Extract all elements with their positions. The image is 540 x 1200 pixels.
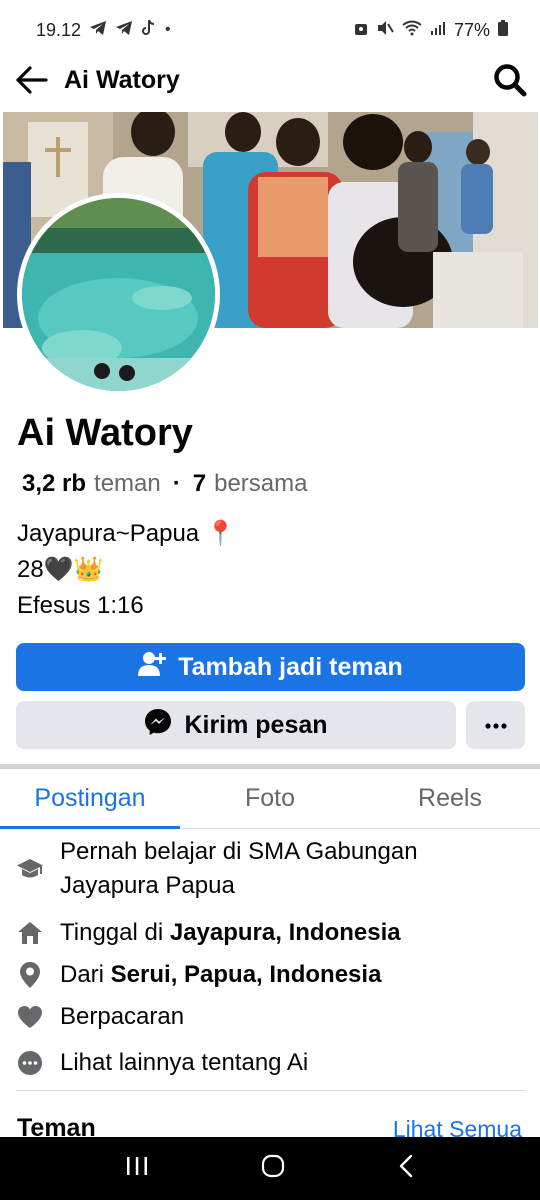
search-icon[interactable]: [488, 58, 532, 102]
graduation-cap-icon: [16, 835, 44, 903]
home-circle-icon[interactable]: [261, 1154, 285, 1183]
profile-bio: Jayapura~Papua 📍 28🖤👑 Efesus 1:16: [17, 516, 236, 624]
intro-lives-place[interactable]: Jayapura, Indonesia: [170, 919, 401, 946]
bio-line: Efesus 1:16: [17, 592, 144, 619]
friends-label: teman: [94, 470, 161, 497]
add-friend-button[interactable]: Tambah jadi teman: [16, 643, 525, 691]
intro-see-more[interactable]: Lihat lainnya tentang Ai: [0, 1046, 540, 1092]
mute-icon: [376, 20, 394, 41]
more-circle-icon: [16, 1046, 44, 1080]
bio-line: Jayapura~Papua 📍: [17, 520, 236, 547]
messenger-icon: [144, 708, 172, 743]
battery-percent: 77%: [453, 19, 490, 40]
intro-education-text: Pernah belajar di SMA Gabungan Jayapura …: [60, 838, 418, 899]
heart-icon: [16, 1000, 44, 1034]
system-nav-bar: [0, 1137, 540, 1200]
telegram-icon: [89, 20, 107, 41]
profile-tabs: Postingan Foto Reels: [0, 769, 540, 829]
signal-icon: [430, 20, 446, 41]
notification-dot-icon: •: [165, 21, 171, 38]
intro-relationship: Berpacaran: [0, 1000, 540, 1046]
status-time: 19.12: [36, 19, 82, 40]
status-bar: 19.12 • 77%: [0, 0, 540, 60]
tab-foto[interactable]: Foto: [180, 769, 360, 828]
tiktok-icon: [141, 19, 157, 42]
app-header: Ai Watory: [0, 58, 540, 102]
intro-from-place[interactable]: Serui, Papua, Indonesia: [111, 961, 382, 988]
mutual-count: 7: [192, 470, 207, 497]
friend-stats[interactable]: 3,2 rb teman · 7 bersama: [22, 470, 307, 498]
intro-education: Pernah belajar di SMA Gabungan Jayapura …: [0, 832, 540, 916]
location-pin-icon: [16, 958, 44, 992]
stats-separator: ·: [172, 470, 181, 497]
tab-reels[interactable]: Reels: [360, 769, 540, 828]
mutual-label: bersama: [214, 470, 308, 497]
profile-name: Ai Watory: [17, 412, 193, 454]
friends-count: 3,2 rb: [22, 470, 87, 497]
intro-lives-prefix: Tinggal di: [60, 919, 170, 946]
back-arrow-icon[interactable]: [14, 62, 50, 98]
wifi-icon: [402, 20, 422, 41]
profile-avatar[interactable]: [17, 193, 220, 396]
add-person-icon: [138, 651, 167, 684]
intro-section: Pernah belajar di SMA Gabungan Jayapura …: [0, 832, 540, 1092]
intro-see-more-text: Lihat lainnya tentang Ai: [60, 1049, 309, 1076]
add-friend-label: Tambah jadi teman: [178, 652, 403, 681]
intro-lives: Tinggal di Jayapura, Indonesia: [0, 916, 540, 958]
send-message-label: Kirim pesan: [184, 710, 328, 739]
more-dots-icon: [484, 716, 507, 734]
intro-from-prefix: Dari: [60, 961, 111, 988]
telegram-icon: [115, 20, 133, 41]
header-title: Ai Watory: [64, 65, 180, 94]
home-icon: [16, 916, 44, 950]
intro-relationship-text: Berpacaran: [60, 1003, 185, 1030]
bio-line: 28🖤👑: [17, 556, 104, 583]
send-message-button[interactable]: Kirim pesan: [16, 701, 456, 749]
intro-from: Dari Serui, Papua, Indonesia: [0, 958, 540, 1000]
tab-postingan[interactable]: Postingan: [0, 769, 180, 829]
back-chevron-icon[interactable]: [398, 1154, 414, 1183]
more-options-button[interactable]: [466, 701, 525, 749]
recent-apps-icon[interactable]: [126, 1156, 148, 1181]
battery-icon: [498, 19, 508, 41]
lock-app-icon: [354, 20, 368, 41]
intro-divider: [16, 1090, 525, 1091]
